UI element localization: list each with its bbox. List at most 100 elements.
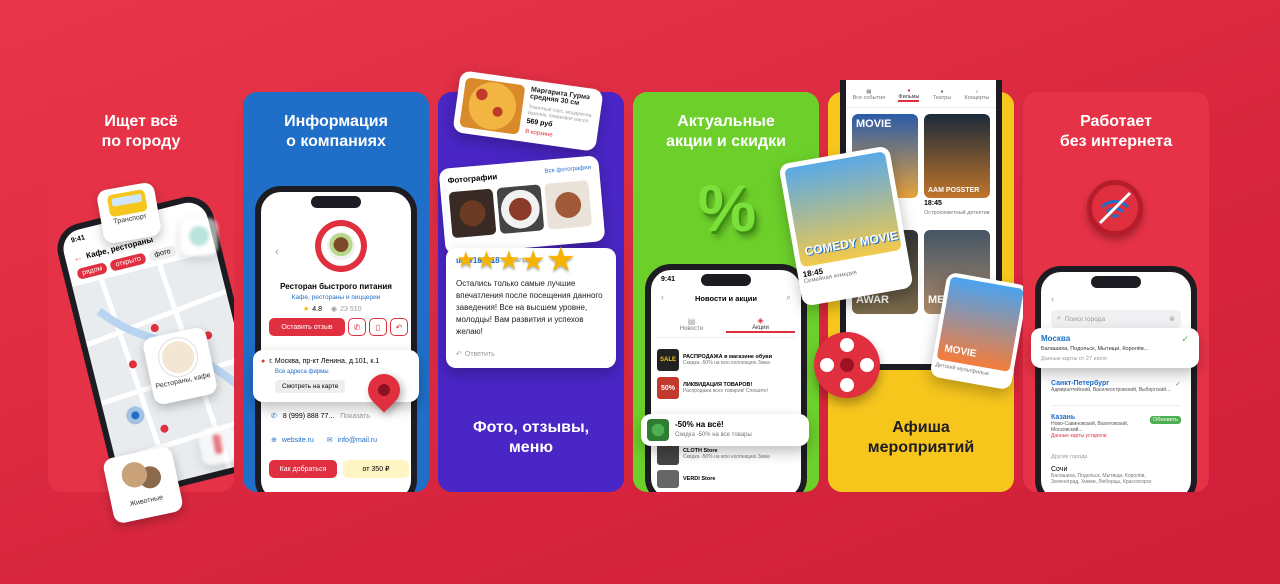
search-icon[interactable]: ⌕ [786,292,791,303]
star-icon: ★ [497,244,521,275]
back-arrow-icon[interactable]: ← [72,252,83,264]
reply-link[interactable]: Ответить [465,351,495,358]
phone-icon: ✆ [271,413,277,420]
sale-thumb: SALE [657,349,679,371]
list-item[interactable]: VERDI Store [657,468,795,490]
card-title: Афиша мероприятий [867,419,975,456]
bookmark-icon[interactable]: ▯ [369,318,387,336]
photo-thumb[interactable] [544,180,593,230]
company-logo [315,220,367,272]
filter-chip-nearby[interactable]: рядом [76,261,109,280]
photo-thumb[interactable] [448,188,497,239]
share-icon[interactable]: ↶ [390,318,408,336]
category-chip-health[interactable] [180,218,218,256]
price-badge: от 350 ₽ [343,460,409,478]
status-time: 9:41 [661,276,676,283]
category-chip-animals[interactable]: Животные [101,445,185,525]
city-search-input[interactable]: ⌕ Поиск города ⊗ [1051,310,1181,328]
card-title: Фото, отзывы, меню [472,419,590,456]
sale-title: -50% на всё! [675,420,724,429]
promo-card-events: ▦ Все события ● Фильмы ♠ Театры ♪ Концерты M… [778,80,1029,492]
promo-card-company-info: Информация о компаниях ‹ Ресторан быстро… [243,92,429,492]
tab-films[interactable]: ● Фильмы [898,88,920,102]
card-title: Актуальные акции и скидки [666,113,786,150]
tab-all-events[interactable]: ▦ Все события [853,89,886,101]
update-button[interactable]: Обновить [1150,416,1181,424]
promo-card-city-search: Ищет всё по городу 9:41 ← Кафе, ресторан… [48,92,234,492]
city-item-selected[interactable]: Москва Балашиха, Подольск, Мытищи, Корол… [1031,328,1199,368]
screen-title: Новости и акции [695,294,757,303]
rating-stars: ★ ★ ★ ★ ★ [456,240,576,280]
news-icon: ▤ [687,317,696,326]
no-wifi-icon [1087,180,1143,236]
phone-icon[interactable]: ✆ [348,318,366,336]
section-label: Другие города [1051,454,1088,460]
phone-mockup: ‹ Ресторан быстрого питания Кафе, рестор… [255,186,417,492]
show-phone-link[interactable]: Показать [340,413,370,420]
all-addresses-link[interactable]: Все адреса фирмы [275,369,329,375]
photo-thumb[interactable] [496,184,545,234]
highlighted-sale-item[interactable]: -50% на всё! Скидка -50% на все товары [641,414,809,446]
syringe-icon [212,433,224,455]
film-reel-icon [814,332,880,398]
promo-card-photos-reviews: Маргарита Гурмэ средняя 30 см Томатный с… [438,70,624,492]
in-cart-label[interactable]: В корзине [525,129,553,139]
list-item[interactable]: 50% ЛИКВИДАЦИЯ ТОВАРОВ! Распродажа всех т… [657,374,795,402]
city-name: Москва [1041,334,1071,343]
card-title: Ищет всё по городу [101,113,181,150]
check-icon: ✓ [1175,381,1181,388]
tab-theatres[interactable]: ♠ Театры [933,89,952,101]
list-item[interactable]: SALE РАСПРОДАЖА в магазине обуви Скидка -… [657,346,795,374]
filter-chip-photo[interactable]: фото [148,244,177,262]
reply-icon: ↶ [456,351,462,358]
category-chip-transport[interactable]: Транспорт [95,181,163,245]
city-item[interactable]: Сочи Балашиха, Подольск, Мытищи, Королёв… [1051,466,1181,485]
plate-icon [155,334,201,380]
company-phone: 8 (999) 888 77... [282,412,335,420]
star-icon: ★ [475,246,498,274]
sale-thumb [657,443,679,465]
company-address: г. Москва, пр-кт Ленина, д.101, к.1 [269,358,380,365]
sale-thumb: 50% [657,377,679,399]
star-icon: ★ [545,241,577,279]
promo-card-offline: Работает без интернета ‹ ⌕ Поиск города … [1023,92,1209,492]
sale-thumb [647,419,669,441]
dog-cat-icon [116,454,166,501]
city-item[interactable]: Казань Ново-Савиновский, Вахитовский, Мо… [1051,414,1181,448]
review-text: Остались только самые лучшие впечатления… [456,279,603,336]
location-pin-icon: ● [261,358,266,365]
globe-icon: ⊕ [271,437,277,444]
movie-poster[interactable]: AAM POSSTER [924,114,990,198]
city-item[interactable]: Санкт-Петербург Адмиралтейский, Василеос… [1051,380,1181,406]
phone-mockup: ‹ ⌕ Поиск города ⊗ Санкт-Петербург Адмир… [1035,266,1197,492]
category-chip-other[interactable] [196,423,234,467]
eye-icon: ◉ [331,306,338,313]
map-data-date: Данные карты от 27 июля [1041,356,1107,362]
company-website[interactable]: website.ru [282,437,314,444]
all-photos-link[interactable]: Все фотографии [544,165,591,175]
star-icon: ★ [456,247,476,272]
pizza-image [459,77,526,135]
company-name: Ресторан быстрого питания [280,282,392,291]
category-chip-restaurants[interactable]: Рестораны, кафе [141,326,219,406]
company-category[interactable]: Кафе, рестораны и пиццерии [261,294,411,301]
mail-icon: ✉ [326,437,333,444]
views-count: 23 510 [340,305,362,313]
dish-icon [327,232,355,260]
tab-news[interactable]: ▤ Новости [657,317,726,332]
movie-poster: COMEDY MOVIE [784,151,902,268]
tab-sales[interactable]: ◈ Акции [726,316,795,333]
menu-item-price: 569 руб [526,117,553,129]
show-on-map-button[interactable]: Смотреть на карте [275,380,346,393]
pill-icon [189,226,209,246]
leave-review-button[interactable]: Оставить отзыв [269,318,345,336]
tab-concerts[interactable]: ♪ Концерты [965,89,990,101]
promo-card-sales: Актуальные акции и скидки % 9:41 ‹ Новос… [633,92,819,492]
back-arrow-icon[interactable]: ‹ [275,246,279,258]
city-areas: Балашиха, Подольск, Мытищи, Королёв... [1041,346,1149,352]
card-title: Работает без интернета [1059,113,1173,150]
company-email[interactable]: info@mail.ru [338,437,377,444]
route-button[interactable]: Как добраться [269,460,337,478]
clear-icon: ⊗ [1169,316,1175,323]
back-arrow-icon[interactable]: ‹ [1051,294,1054,304]
